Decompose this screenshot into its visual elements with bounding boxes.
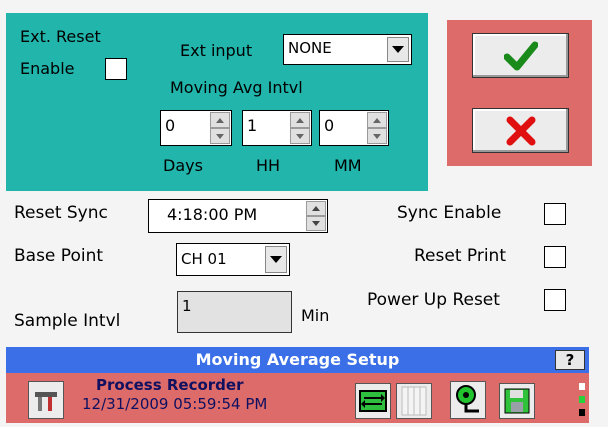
base-point-label: Base Point: [14, 246, 104, 266]
reset-print-label: Reset Print: [414, 246, 506, 266]
base-point-value: CH 01: [181, 250, 227, 268]
grid-icon: [401, 386, 427, 416]
reset-print-checkbox[interactable]: [544, 246, 566, 268]
days-spinner[interactable]: 0: [160, 110, 232, 146]
days-up-arrow[interactable]: [210, 112, 230, 128]
ext-input-value: NONE: [288, 39, 332, 57]
mm-label: MM: [334, 156, 362, 175]
save-button[interactable]: [499, 383, 535, 419]
ok-button[interactable]: [472, 33, 569, 78]
power-up-reset-label: Power Up Reset: [367, 290, 500, 310]
chevron-down-icon[interactable]: [265, 246, 287, 273]
help-button[interactable]: ?: [555, 350, 585, 370]
screen-title-bar: Moving Average Setup ?: [6, 347, 589, 373]
hours-down-arrow[interactable]: [290, 128, 310, 144]
hours-spinner[interactable]: 1: [242, 110, 312, 146]
sample-intvl-value: 1: [182, 297, 192, 315]
ext-input-label: Ext input: [180, 41, 253, 60]
base-point-select[interactable]: CH 01: [176, 243, 290, 276]
ext-input-select[interactable]: NONE: [283, 34, 412, 65]
moving-avg-label: Moving Avg Intvl: [170, 78, 303, 97]
cancel-button[interactable]: [472, 108, 569, 153]
grid-button[interactable]: [396, 383, 432, 419]
sync-enable-label: Sync Enable: [397, 203, 502, 223]
tools-icon: [35, 392, 57, 411]
minutes-up-arrow[interactable]: [367, 112, 387, 128]
ext-reset-label: Ext. Reset: [20, 27, 101, 46]
hh-label: HH: [256, 156, 281, 175]
days-down-arrow[interactable]: [210, 128, 230, 144]
app-name: Process Recorder: [96, 376, 244, 394]
sync-enable-checkbox[interactable]: [544, 203, 566, 225]
hours-up-arrow[interactable]: [290, 112, 310, 128]
days-value: 0: [165, 116, 176, 135]
enable-label: Enable: [20, 59, 75, 78]
reset-sync-value: 4:18:00 PM: [167, 205, 258, 224]
days-label: Days: [163, 156, 203, 175]
screen-title: Moving Average Setup: [195, 350, 400, 369]
sample-intvl-field: 1: [177, 291, 292, 333]
sensor-button[interactable]: [450, 381, 486, 419]
status-led-mid: [579, 396, 585, 403]
power-up-reset-checkbox[interactable]: [544, 289, 566, 311]
sample-intvl-label: Sample Intvl: [14, 311, 121, 331]
swap-arrows-icon: [359, 390, 387, 412]
checkmark-icon: [503, 41, 538, 70]
close-icon: [506, 116, 535, 145]
status-led-top: [579, 383, 585, 390]
enable-checkbox[interactable]: [105, 58, 127, 80]
chevron-down-icon[interactable]: [387, 37, 409, 62]
minutes-down-arrow[interactable]: [367, 128, 387, 144]
tools-button[interactable]: [28, 381, 64, 419]
reset-sync-up-arrow[interactable]: [306, 201, 326, 216]
status-led-bottom: [579, 409, 585, 416]
sample-intvl-unit: Min: [301, 306, 330, 325]
hours-value: 1: [247, 116, 258, 135]
reset-sync-down-arrow[interactable]: [306, 216, 326, 231]
status-datetime: 12/31/2009 05:59:54 PM: [82, 395, 268, 413]
swap-button[interactable]: [355, 383, 391, 419]
reset-sync-label: Reset Sync: [14, 203, 108, 223]
minutes-value: 0: [324, 116, 335, 135]
sensor-icon: [456, 385, 479, 413]
reset-sync-spinner[interactable]: 4:18:00 PM: [148, 199, 328, 233]
minutes-spinner[interactable]: 0: [319, 110, 389, 146]
floppy-disk-icon: [504, 388, 530, 414]
